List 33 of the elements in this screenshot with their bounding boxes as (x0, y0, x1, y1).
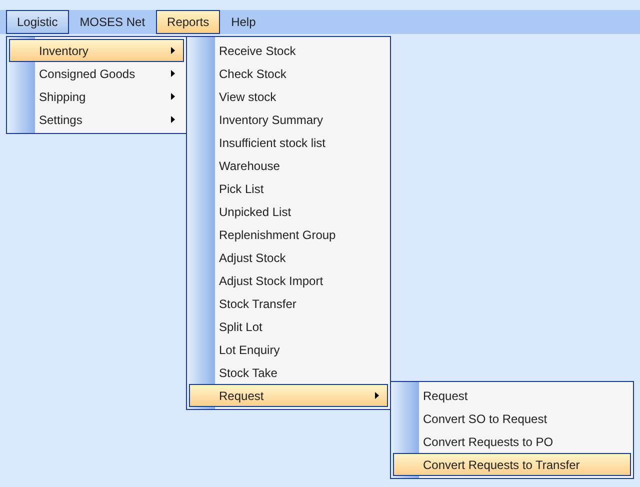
menu-item[interactable]: Reports (156, 10, 220, 34)
menu-item[interactable]: Unpicked List (189, 200, 388, 223)
menu-item[interactable]: Convert Requests to PO (393, 430, 631, 453)
submenu-arrow-icon (171, 116, 175, 123)
menu-item[interactable]: Logistic (6, 10, 69, 34)
menu-item[interactable]: Inventory (9, 39, 184, 62)
menu-item[interactable]: Inventory Summary (189, 108, 388, 131)
menu-item[interactable]: Consigned Goods (9, 62, 184, 85)
menu-item[interactable]: Adjust Stock (189, 246, 388, 269)
menu-item[interactable]: Pick List (189, 177, 388, 200)
menu-item[interactable]: Adjust Stock Import (189, 269, 388, 292)
menu-item[interactable]: Settings (9, 108, 184, 131)
submenu-arrow-icon (171, 70, 175, 77)
submenu-arrow-icon (171, 47, 175, 54)
menu-item[interactable]: Help (220, 10, 267, 34)
menu-item[interactable]: Insufficient stock list (189, 131, 388, 154)
menu-item[interactable]: Convert Requests to Transfer (393, 453, 631, 476)
menu-item[interactable]: Stock Take (189, 361, 388, 384)
menu-item[interactable]: Warehouse (189, 154, 388, 177)
menu-item[interactable]: Split Lot (189, 315, 388, 338)
menu-item[interactable]: Check Stock (189, 62, 388, 85)
submenu-arrow-icon (375, 392, 379, 399)
menu-item[interactable]: Receive Stock (189, 39, 388, 62)
menu-item[interactable]: Replenishment Group (189, 223, 388, 246)
menu-item[interactable]: Lot Enquiry (189, 338, 388, 361)
menu-item[interactable]: Shipping (9, 85, 184, 108)
menu-item[interactable]: Stock Transfer (189, 292, 388, 315)
menu-item[interactable]: Convert SO to Request (393, 407, 631, 430)
submenu-arrow-icon (171, 93, 175, 100)
menu-item[interactable]: View stock (189, 85, 388, 108)
menu-item[interactable]: Request (189, 384, 388, 407)
menu-item[interactable]: MOSES Net (68, 10, 156, 34)
menu-item[interactable]: Request (393, 384, 631, 407)
